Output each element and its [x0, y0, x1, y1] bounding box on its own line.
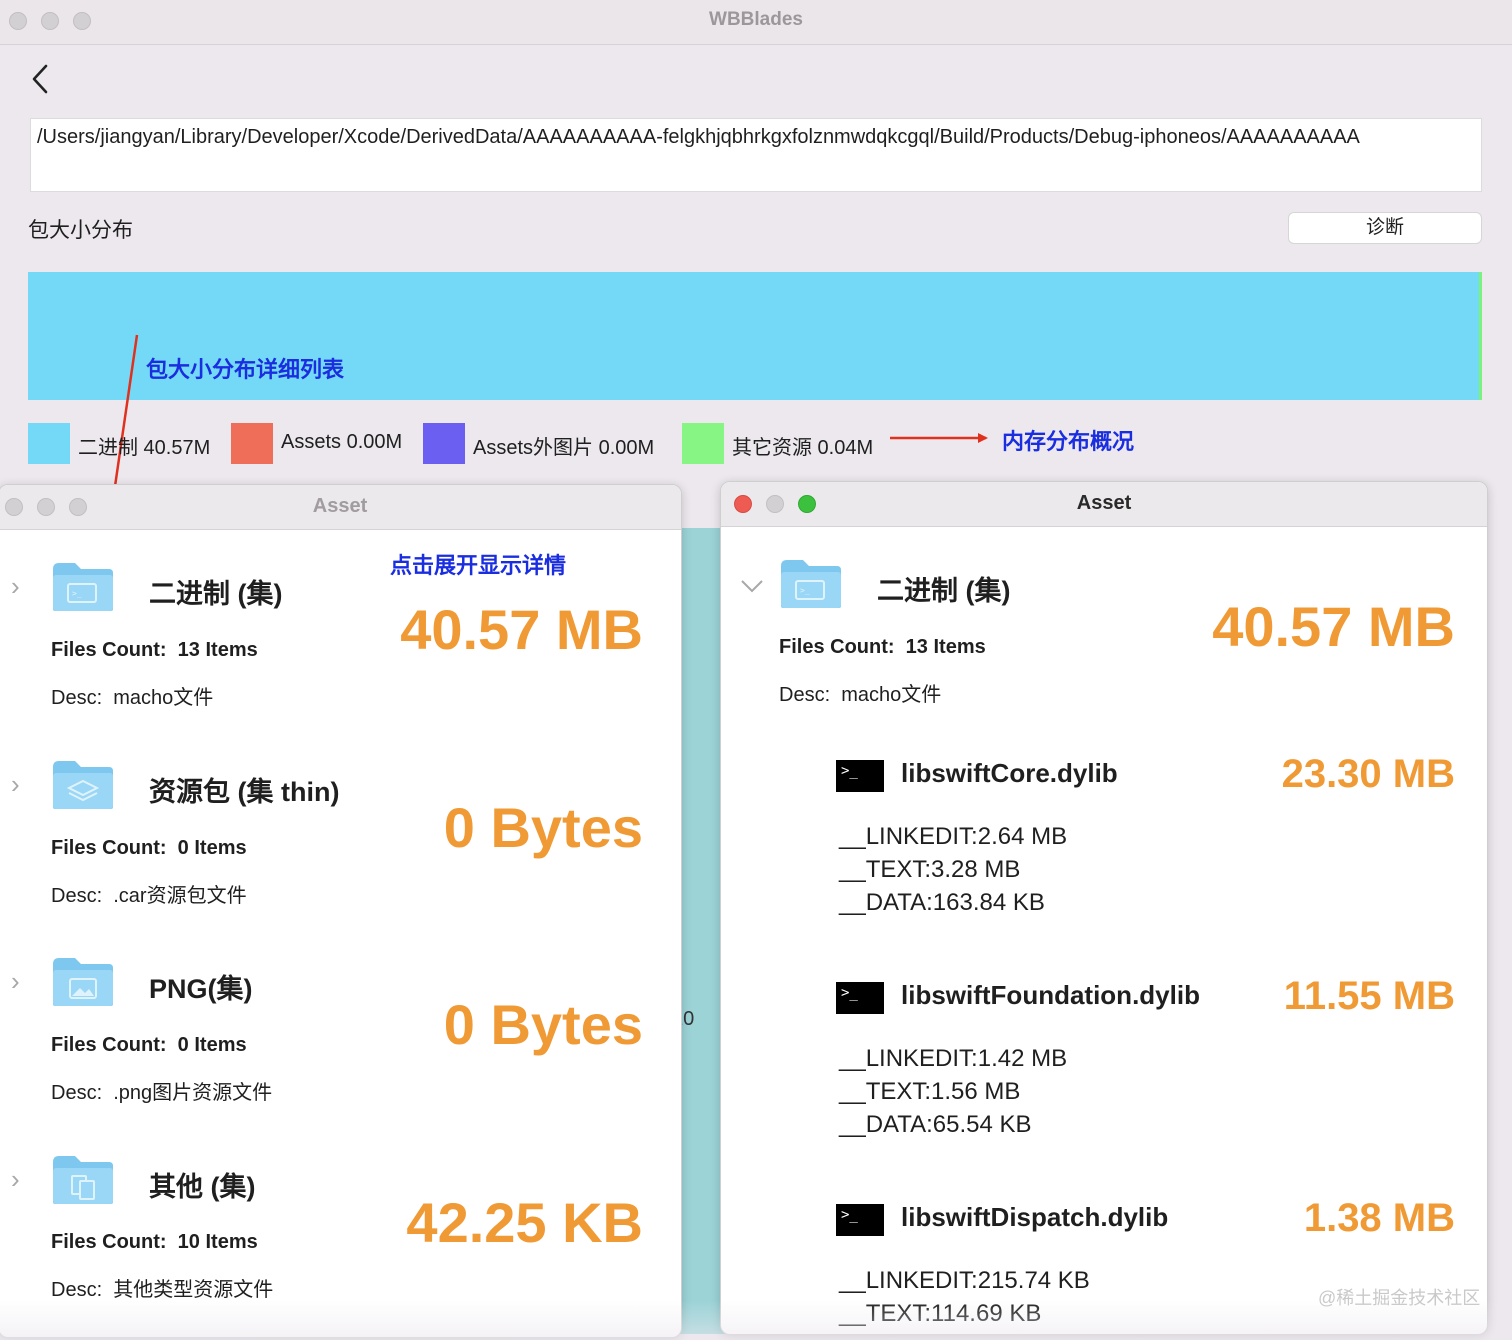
asset-item-title: 其他 (集): [149, 1172, 256, 1202]
asset-desc: Desc: macho文件: [779, 684, 942, 706]
segment-text: __TEXT:114.69 KB: [839, 1300, 1042, 1327]
asset-size: 0 Bytes: [443, 993, 643, 1056]
legend-label-binary: 二进制 40.57M: [78, 437, 211, 459]
segment-linkedit: __LINKEDIT:1.42 MB: [839, 1045, 1068, 1072]
asset-desc: Desc: 其他类型资源文件: [51, 1279, 274, 1301]
segment-data: __DATA:163.84 KB: [839, 889, 1045, 916]
terminal-icon: >_: [836, 1204, 884, 1236]
right-window-title: Asset: [1076, 492, 1132, 514]
folder-binary-icon: >_: [781, 560, 841, 608]
lib-size: 11.55 MB: [1283, 974, 1455, 1018]
lib-name: libswiftFoundation.dylib: [901, 980, 1200, 1010]
left-asset-window: Asset › >_ 二进制 (集) Files Count: 13 Items…: [0, 484, 682, 1338]
asset-desc: Desc: .car资源包文件: [51, 885, 247, 907]
files-count: Files Count: 0 Items: [51, 837, 247, 859]
segment-text: __TEXT:1.56 MB: [839, 1078, 1021, 1105]
right-asset-window: Asset >_ 二进制 (集) Files Count: 13 Items D…: [720, 481, 1488, 1335]
annotation-detail-list: 包大小分布详细列表: [146, 357, 345, 382]
annotation-memory-overview: 内存分布概况: [1002, 429, 1135, 454]
files-count: Files Count: 10 Items: [51, 1231, 258, 1253]
arrow-to-left-window: [109, 334, 139, 502]
asset-size: 40.57 MB: [1212, 595, 1455, 658]
folder-binary-icon: >_: [53, 563, 113, 611]
left-window-title: Asset: [312, 495, 368, 517]
asset-size: 42.25 KB: [406, 1191, 643, 1254]
asset-item-title: 资源包 (集 thin): [149, 777, 340, 807]
chevron-right-icon[interactable]: ›: [11, 769, 20, 800]
lib-name: libswiftCore.dylib: [901, 758, 1118, 788]
lib-name: libswiftDispatch.dylib: [901, 1202, 1169, 1232]
legend-swatch-external-images: [423, 423, 465, 464]
files-count: Files Count: 0 Items: [51, 1034, 247, 1056]
annotation-click-expand: 点击展开显示详情: [390, 553, 567, 578]
chevron-right-icon[interactable]: ›: [11, 571, 20, 602]
asset-item-title: 二进制 (集): [877, 576, 1011, 606]
folder-documents-icon: [53, 1156, 113, 1204]
segment-text: __TEXT:3.28 MB: [839, 856, 1021, 883]
legend-label-other: 其它资源 0.04M: [732, 437, 874, 459]
chevron-down-icon[interactable]: [739, 578, 765, 594]
svg-text:>_: >_: [800, 586, 810, 595]
chevron-right-icon[interactable]: ›: [11, 966, 20, 997]
folder-image-icon: [53, 958, 113, 1006]
legend-swatch-other: [682, 423, 724, 464]
legend-swatch-binary: [28, 423, 70, 464]
asset-item-title: PNG(集): [149, 974, 253, 1004]
right-window-title-bar: Asset: [721, 482, 1487, 527]
files-count: Files Count: 13 Items: [51, 639, 258, 661]
legend-label-assets: Assets 0.00M: [281, 431, 403, 453]
lib-size: 23.30 MB: [1281, 752, 1455, 796]
segment-data: __DATA:65.54 KB: [839, 1111, 1032, 1138]
asset-desc: Desc: macho文件: [51, 687, 214, 709]
files-count: Files Count: 13 Items: [779, 636, 986, 658]
legend-swatch-assets: [231, 423, 273, 464]
folder-layers-icon: [53, 761, 113, 809]
legend-label-external-images: Assets外图片 0.00M: [473, 437, 655, 459]
svg-text:>_: >_: [72, 589, 82, 598]
terminal-icon: >_: [836, 982, 884, 1014]
watermark: @稀土掘金技术社区: [1318, 1288, 1481, 1308]
asset-item-title: 二进制 (集): [149, 579, 283, 609]
asset-size: 40.57 MB: [400, 598, 643, 661]
chevron-right-icon[interactable]: ›: [11, 1164, 20, 1195]
segment-linkedit: __LINKEDIT:2.64 MB: [839, 823, 1068, 850]
segment-linkedit: __LINKEDIT:215.74 KB: [839, 1267, 1090, 1294]
asset-size: 0 Bytes: [443, 796, 643, 859]
left-window-title-bar: Asset: [0, 485, 681, 530]
lib-size: 1.38 MB: [1303, 1196, 1455, 1240]
asset-desc: Desc: .png图片资源文件: [51, 1082, 273, 1104]
terminal-icon: >_: [836, 760, 884, 792]
